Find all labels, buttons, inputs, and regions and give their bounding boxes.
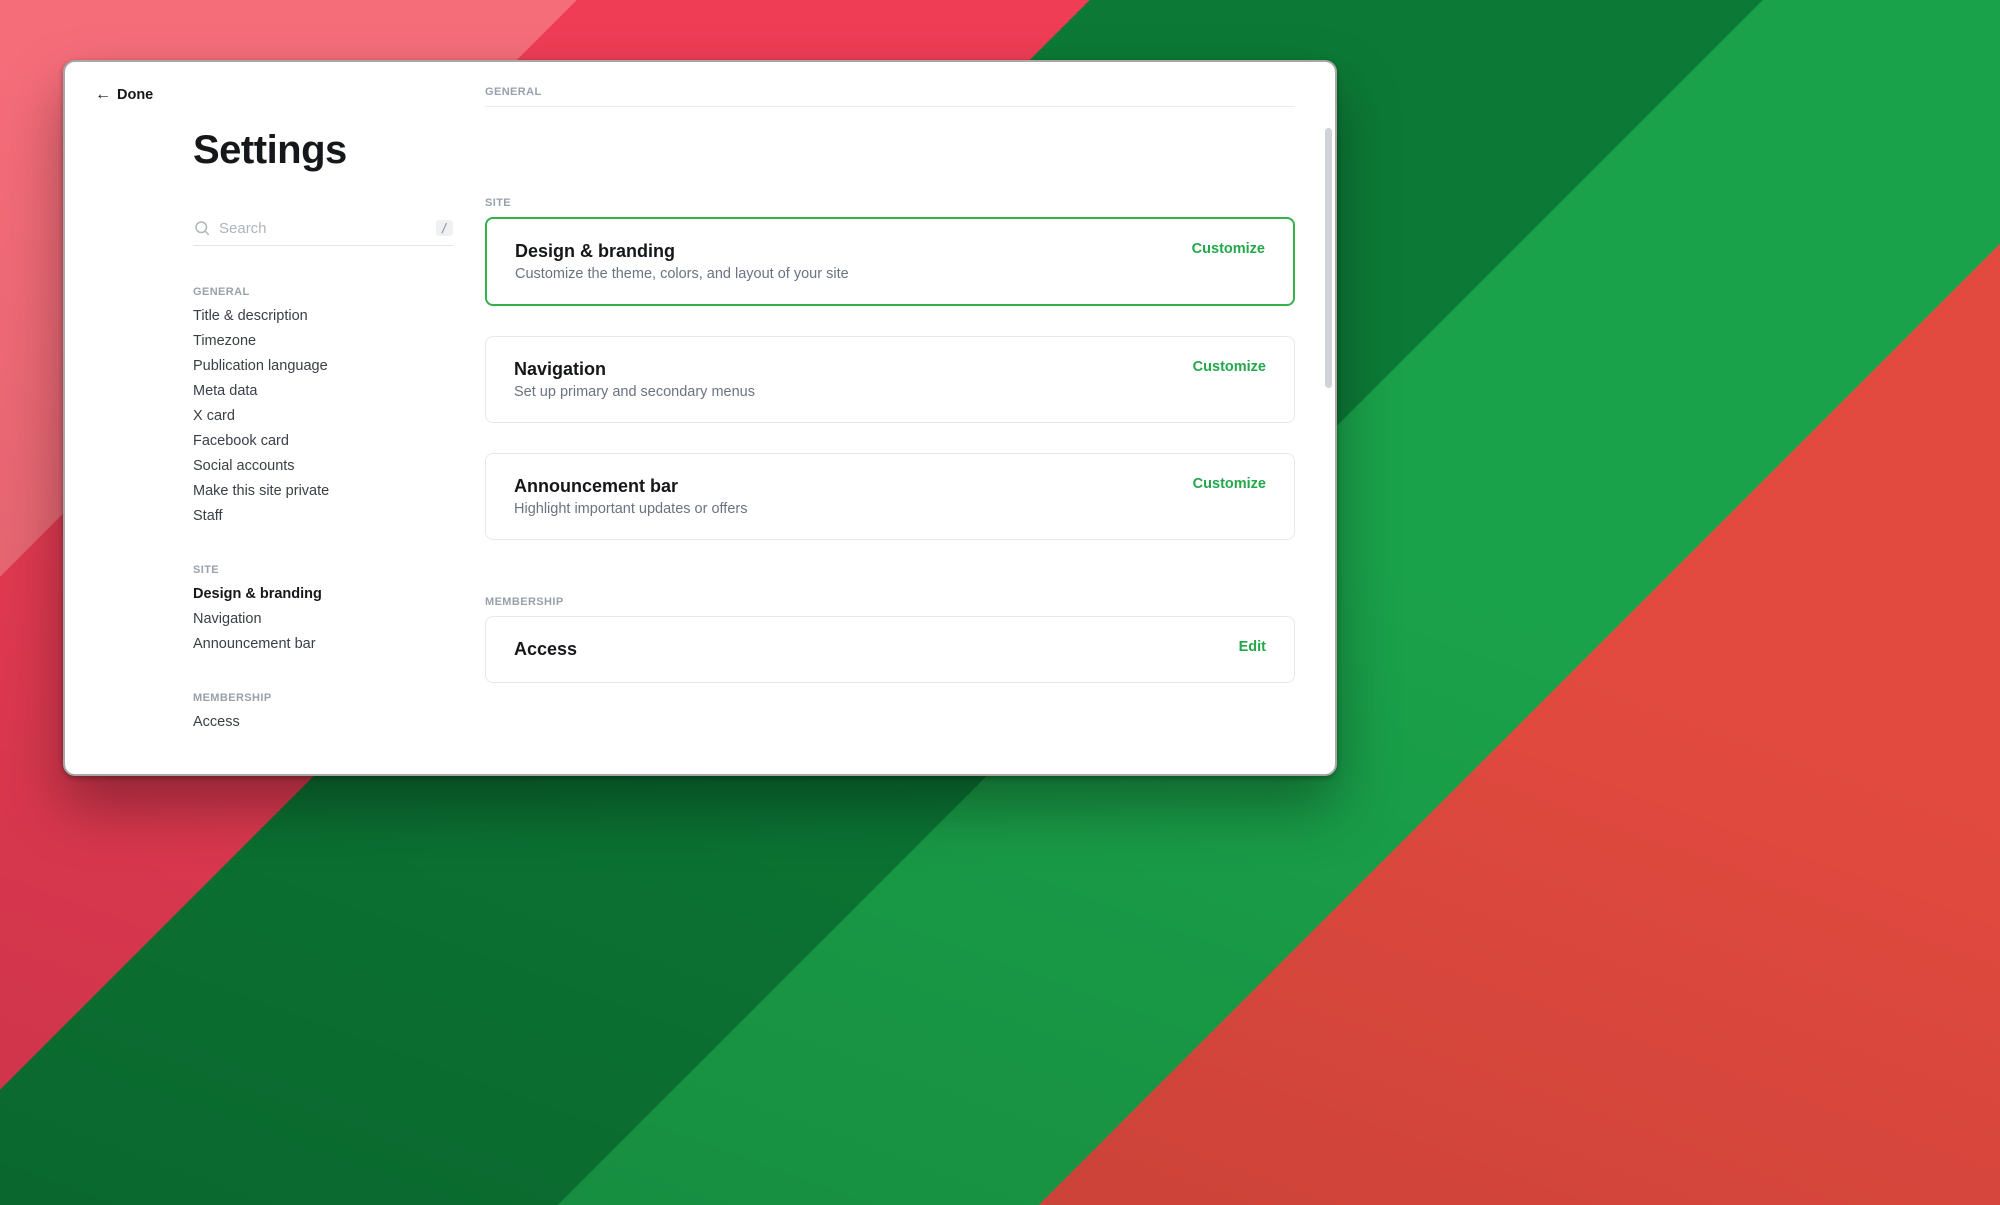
search-row: / — [193, 219, 453, 246]
search-input[interactable] — [219, 220, 436, 237]
card-action-button[interactable]: Customize — [1192, 241, 1265, 257]
section-divider — [485, 106, 1295, 107]
main-section-label: MEMBERSHIP — [485, 596, 1295, 608]
search-shortcut-key: / — [436, 220, 453, 236]
main-section-label: GENERAL — [485, 86, 1295, 98]
back-label: Done — [117, 87, 153, 103]
card-title: Design & branding — [515, 241, 849, 262]
sidebar-inner: / GENERAL Title & description Timezone Publ… — [193, 219, 453, 730]
card-action-button[interactable]: Customize — [1193, 476, 1266, 492]
sidebar-item-publication-language[interactable]: Publication language — [193, 358, 453, 374]
sidebar-item-facebook-card[interactable]: Facebook card — [193, 433, 453, 449]
sidebar-item-social-accounts[interactable]: Social accounts — [193, 458, 453, 474]
back-button[interactable]: ← Done — [95, 87, 153, 103]
main-section-label: SITE — [485, 197, 1295, 209]
card-title: Access — [514, 639, 577, 660]
sidebar-nav-list: Design & branding Navigation Announcement … — [193, 586, 453, 652]
sidebar: ← Done Settings / GENERAL Title & descrip… — [65, 62, 485, 774]
main-panel[interactable]: GENERAL SITE Design & branding Customize th… — [485, 62, 1335, 774]
sidebar-item-announcement-bar[interactable]: Announcement bar — [193, 636, 453, 652]
search-icon — [193, 219, 211, 237]
window-content: ← Done Settings / GENERAL Title & descrip… — [65, 62, 1335, 774]
sidebar-item-access[interactable]: Access — [193, 714, 453, 730]
settings-window: ← Done Settings / GENERAL Title & descrip… — [63, 60, 1337, 776]
card-list: Access Edit — [485, 616, 1295, 683]
card-action-button[interactable]: Customize — [1193, 359, 1266, 375]
announcement-bar-card[interactable]: Announcement bar Highlight important upda… — [485, 453, 1295, 540]
card-description: Customize the theme, colors, and layout … — [515, 266, 849, 282]
sidebar-item-meta-data[interactable]: Meta data — [193, 383, 453, 399]
sidebar-item-make-site-private[interactable]: Make this site private — [193, 483, 453, 499]
sidebar-item-x-card[interactable]: X card — [193, 408, 453, 424]
sidebar-item-staff[interactable]: Staff — [193, 508, 453, 524]
sidebar-nav-list: Title & description Timezone Publication l… — [193, 308, 453, 524]
card-list: Design & branding Customize the theme, co… — [485, 217, 1295, 540]
sidebar-item-navigation[interactable]: Navigation — [193, 611, 453, 627]
navigation-card[interactable]: Navigation Set up primary and secondary m… — [485, 336, 1295, 423]
arrow-left-icon: ← — [95, 87, 111, 103]
card-action-button[interactable]: Edit — [1239, 639, 1266, 655]
sidebar-item-title-description[interactable]: Title & description — [193, 308, 453, 324]
sidebar-item-timezone[interactable]: Timezone — [193, 333, 453, 349]
access-card[interactable]: Access Edit — [485, 616, 1295, 683]
design-branding-card[interactable]: Design & branding Customize the theme, co… — [485, 217, 1295, 306]
sidebar-nav-list: Access — [193, 714, 453, 730]
sidebar-section-label: GENERAL — [193, 286, 453, 298]
card-title: Announcement bar — [514, 476, 747, 497]
sidebar-section-label: MEMBERSHIP — [193, 692, 453, 704]
card-description: Set up primary and secondary menus — [514, 384, 755, 400]
card-title: Navigation — [514, 359, 755, 380]
scrollbar-thumb[interactable] — [1325, 128, 1332, 388]
sidebar-section-label: SITE — [193, 564, 453, 576]
card-description: Highlight important updates or offers — [514, 501, 747, 517]
page-title: Settings — [193, 128, 453, 173]
sidebar-item-design-branding[interactable]: Design & branding — [193, 586, 453, 602]
